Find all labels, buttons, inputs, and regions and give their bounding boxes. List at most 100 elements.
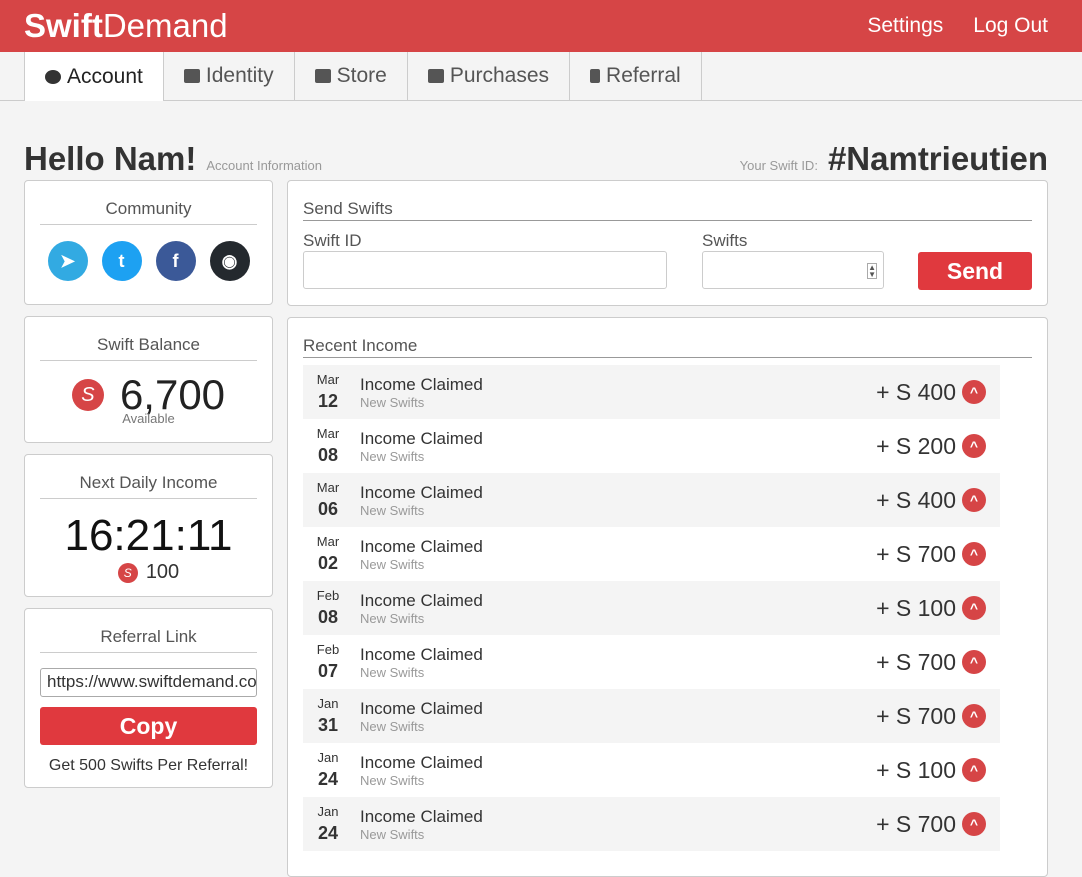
tab-purchases[interactable]: Purchases [408,52,571,100]
month: Mar [316,372,340,387]
month: Jan [317,750,339,765]
chevron-up-icon: ^ [962,434,986,458]
swift-id-label: Swift ID [303,231,362,250]
tab-label: Account [67,64,143,88]
date: Mar 06 [303,480,353,520]
month: Feb [316,642,340,657]
income-amount: + S 200 [876,432,956,459]
referral-link-input[interactable]: https://www.swiftdemand.com [40,668,257,697]
income-title: Income Claimed [360,428,483,448]
month: Mar [316,426,340,441]
github-icon[interactable]: ◉ [209,241,250,281]
income-title: Income Claimed [360,590,483,610]
day: 31 [317,715,339,735]
date: Mar 12 [303,372,353,412]
card-title: Next Daily Income [40,455,257,499]
logo-light: Demand [102,7,228,44]
money-bill-icon [427,69,444,83]
tab-label: Purchases [449,64,550,87]
user-icon [590,69,601,83]
copy-button[interactable]: Copy [40,707,257,745]
income-sub: New Swifts [360,394,425,410]
send-button[interactable]: Send [918,252,1032,290]
daily-income-card: Next Daily Income 16:21:11 S 100 [24,454,273,597]
income-amount: + S 700 [876,648,956,675]
settings-link[interactable]: Settings [867,14,943,38]
income-row: Feb 08 Income Claimed New Swifts + S 100 ^ [303,581,1000,635]
card-title: Send Swifts [303,181,1032,221]
recent-income-card: Recent Income Mar 12 Income Claimed New Sw… [287,317,1048,877]
income-row: Jan 31 Income Claimed New Swifts + S 700 ^ [303,689,1000,743]
logo-bold: Swift [24,7,103,44]
income-title: Income Claimed [360,536,483,556]
community-card: Community ➤ t f ◉ [24,180,273,305]
stepper-icon[interactable]: ▲ ▼ [867,263,877,279]
date: Jan 31 [303,696,353,736]
twitter-icon[interactable]: t [101,241,142,281]
day: 06 [317,499,339,519]
month: Feb [316,588,340,603]
income-title: Income Claimed [360,374,483,394]
card-title: Referral Link [40,609,257,653]
income-title: Income Claimed [360,644,483,664]
tab-account[interactable]: Account [24,52,164,101]
chevron-up-icon: ^ [962,758,986,782]
income-sub: New Swifts [360,502,425,518]
income-amount: + S 100 [876,594,956,621]
date: Jan 24 [303,750,353,790]
day: 02 [317,553,339,573]
date: Mar 02 [303,534,353,574]
shopping-bag-icon [314,69,331,83]
logo[interactable]: SwiftDemand [24,7,228,45]
tab-referral[interactable]: Referral [570,52,702,100]
card-title: Recent Income [303,318,1032,358]
swift-id-label: Your Swift ID: [739,158,818,173]
tab-store[interactable]: Store [295,52,408,100]
income-amount: + S 700 [876,540,956,567]
balance-card: Swift Balance S 6,700 Available [24,316,273,443]
month: Mar [316,480,340,495]
greeting: Hello Nam! [24,140,197,177]
date: Feb 08 [303,588,353,628]
countdown-timer: 16:21:11 [64,511,233,560]
day: 24 [317,769,339,789]
income-amount: + S 400 [876,486,956,513]
income-sub: New Swifts [360,826,425,842]
chevron-up-icon: ^ [962,812,986,836]
tab-bar: Account Identity Store Purchases Referra… [0,52,1082,101]
top-nav: Settings Log Out [867,14,1048,38]
tab-label: Referral [606,64,681,87]
tab-label: Identity [205,64,274,87]
income-amount: + S 700 [876,702,956,729]
income-sub: New Swifts [360,556,425,572]
date: Mar 08 [303,426,353,466]
income-amount: + S 700 [876,810,956,837]
income-row: Mar 02 Income Claimed New Swifts + S 700 ^ [303,527,1000,581]
swifts-input[interactable]: ▲ ▼ [702,251,884,289]
day: 07 [317,661,339,681]
account-info-label: Account Information [206,158,322,173]
chevron-up-icon: ^ [962,596,986,620]
month: Mar [316,534,340,549]
facebook-icon[interactable]: f [155,241,196,281]
user-circle-icon [45,69,61,84]
logout-link[interactable]: Log Out [973,14,1048,38]
income-amount: + S 100 [876,756,956,783]
send-swifts-card: Send Swifts Swift ID Swifts ▲ ▼ Send [287,180,1048,306]
chevron-up-icon: ^ [962,488,986,512]
day: 24 [317,823,339,843]
greeting-row: Hello Nam! Account Information Your Swif… [24,140,1048,178]
tab-identity[interactable]: Identity [164,52,295,100]
telegram-icon[interactable]: ➤ [47,241,88,281]
swift-id-input[interactable] [303,251,667,289]
chevron-up-icon: ^ [962,542,986,566]
card-title: Community [40,181,257,225]
income-sub: New Swifts [360,664,425,680]
header: SwiftDemand Settings Log Out [0,0,1082,52]
income-title: Income Claimed [360,482,483,502]
swifts-label: Swifts [702,231,748,250]
daily-amount: 100 [145,561,180,583]
balance-sub: Available [122,411,175,426]
income-row: Mar 12 Income Claimed New Swifts + S 400 ^ [303,365,1000,419]
day: 08 [317,607,339,627]
